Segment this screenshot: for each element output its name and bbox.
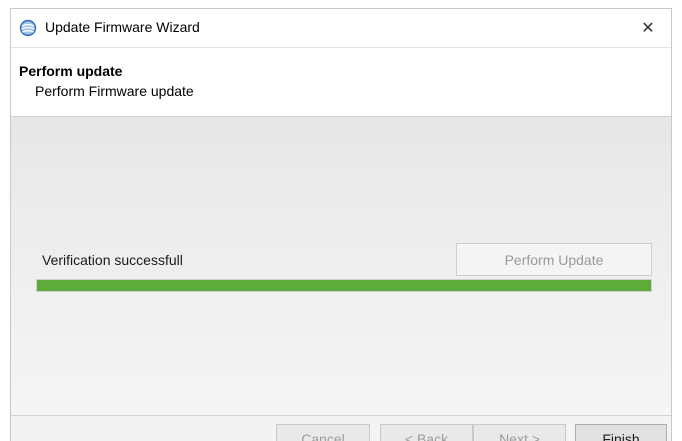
page-subtitle: Perform Firmware update (35, 83, 194, 99)
close-icon: ✕ (641, 20, 655, 37)
app-globe-icon (19, 19, 37, 37)
window-title: Update Firmware Wizard (45, 19, 200, 35)
back-button[interactable]: < Back (380, 424, 473, 441)
finish-button[interactable]: Finish (575, 424, 667, 441)
close-button[interactable]: ✕ (625, 9, 671, 47)
status-text: Verification successfull (42, 252, 183, 268)
progress-bar (36, 279, 652, 292)
progress-fill (37, 280, 651, 291)
title-bar: Update Firmware Wizard ✕ (11, 9, 671, 47)
wizard-window: Update Firmware Wizard ✕ Perform update … (10, 8, 672, 441)
wizard-content: Verification successfull Perform Update (11, 117, 671, 415)
wizard-header: Perform update Perform Firmware update (11, 47, 671, 117)
cancel-button[interactable]: Cancel (276, 424, 370, 441)
wizard-footer: Cancel < Back Next > Finish (11, 415, 671, 441)
page-title: Perform update (19, 63, 123, 79)
next-button[interactable]: Next > (473, 424, 566, 441)
perform-update-button[interactable]: Perform Update (456, 243, 652, 276)
